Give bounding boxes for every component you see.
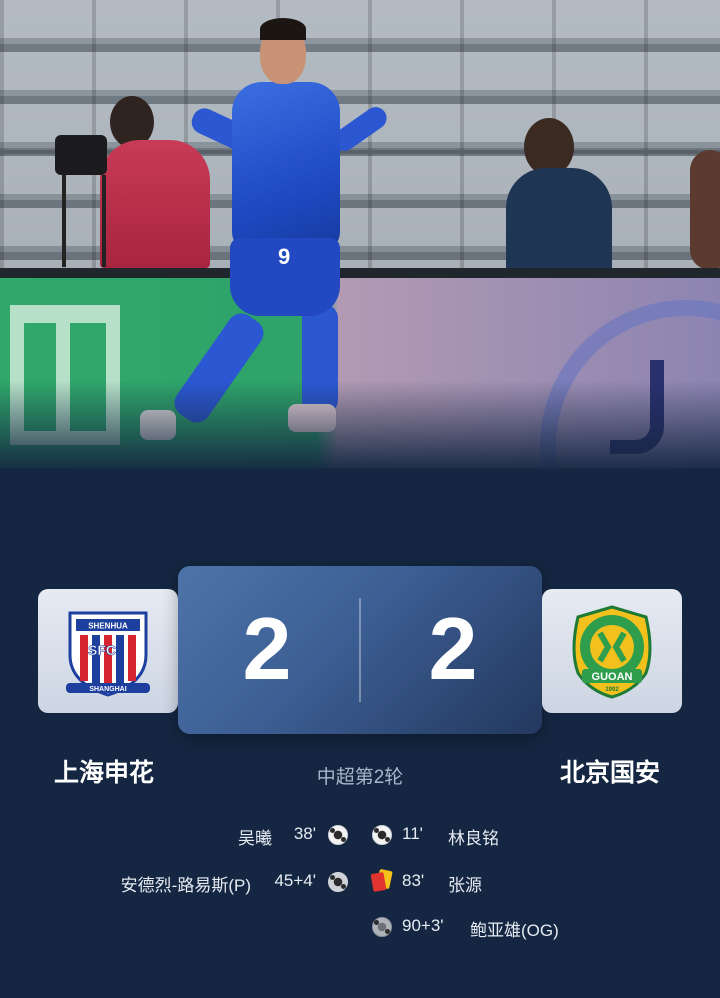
event-minute: 83' <box>402 871 425 890</box>
spectator-edge <box>690 150 720 270</box>
camera-icon <box>55 135 107 175</box>
second-yellow-red-card-icon <box>370 868 393 892</box>
penalty-goal-icon <box>328 872 348 892</box>
event-player[interactable]: 张源 <box>448 871 482 896</box>
player-shirt <box>232 82 340 252</box>
crest-year-text: 1992 <box>605 687 619 693</box>
player-number: 9 <box>278 244 291 269</box>
crest-bottom-text: SHANGHAI <box>89 686 126 693</box>
hero-fade <box>0 380 720 470</box>
spectator <box>506 168 612 272</box>
event-minute: 45+4' <box>274 871 316 890</box>
event-minute: 90+3' <box>402 916 444 935</box>
event-player[interactable]: 林良铭 <box>448 824 499 849</box>
shenhua-crest-icon: SHENHUA SFC SHANGHAI <box>66 611 150 697</box>
goal-ball-icon <box>328 825 348 845</box>
camera-tripod <box>62 175 106 267</box>
away-score: 2 <box>428 599 478 698</box>
event-minute: 38' <box>293 824 316 843</box>
scoreboard: 2 2 <box>178 566 542 734</box>
home-score: 2 <box>242 599 292 698</box>
player-hair <box>260 18 306 40</box>
guoan-crest-icon: GUOAN 1992 <box>572 605 652 699</box>
score-divider <box>359 598 361 702</box>
away-team-card[interactable]: GUOAN 1992 <box>542 589 682 713</box>
crest-name-text: GUOAN <box>592 671 633 683</box>
event-minute: 11' <box>402 824 423 843</box>
home-team-card[interactable]: SHENHUA SFC SHANGHAI <box>38 589 178 713</box>
crest-abbr-text: SFC <box>88 642 116 658</box>
event-player[interactable]: 安德烈-路易斯(P) <box>121 871 251 896</box>
away-team-name[interactable]: 北京国安 <box>560 753 660 789</box>
goal-ball-icon <box>372 825 392 845</box>
hero-photo: 9 <box>0 0 720 470</box>
event-player[interactable]: 吴曦 <box>238 824 272 849</box>
crest-top-text: SHENHUA <box>88 622 128 631</box>
own-goal-icon <box>372 917 392 937</box>
event-player[interactable]: 鲍亚雄(OG) <box>470 916 559 941</box>
